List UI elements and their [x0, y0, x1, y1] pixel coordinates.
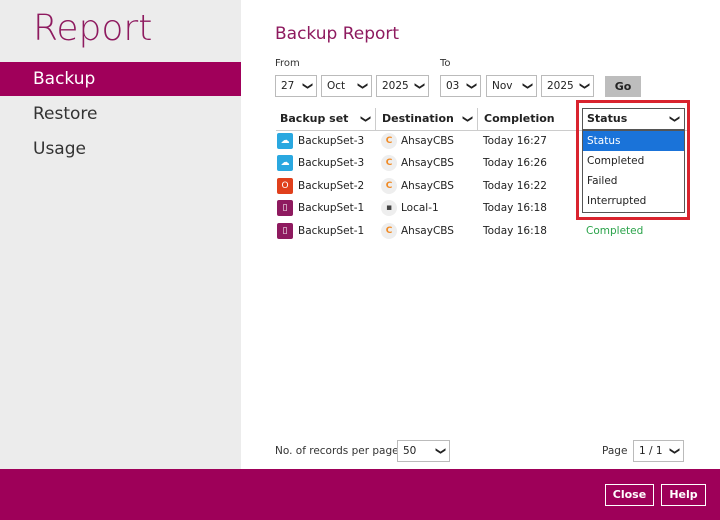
to-day-value: 03 — [446, 80, 460, 92]
backup-set-name: BackupSet-3 — [298, 157, 365, 169]
sidebar-item-backup[interactable]: Backup — [0, 62, 241, 96]
records-per-page-select[interactable]: 50 ❯ — [397, 440, 450, 462]
destination-name: AhsayCBS — [401, 157, 454, 169]
destination-name: AhsayCBS — [401, 180, 454, 192]
completion-time: Today 16:18 — [483, 202, 547, 214]
to-year-value: 2025 — [547, 80, 574, 92]
chevron-down-icon: ❯ — [668, 446, 680, 456]
sidebar-item-usage[interactable]: Usage — [0, 132, 241, 166]
table-row[interactable]: ▯ BackupSet-1 C AhsayCBS Today 16:18 Com… — [276, 220, 688, 242]
backup-set-name: BackupSet-2 — [298, 180, 365, 192]
file-icon: ▯ — [277, 223, 293, 239]
go-button[interactable]: Go — [605, 76, 641, 97]
chevron-down-icon: ❯ — [301, 81, 313, 91]
chevron-down-icon: ❯ — [461, 114, 473, 124]
to-month-value: Nov — [492, 80, 513, 92]
to-label: To — [440, 58, 451, 69]
highlight-box — [576, 100, 690, 220]
office365-icon: O — [277, 178, 293, 194]
close-button[interactable]: Close — [605, 484, 654, 506]
records-per-page-label: No. of records per page — [275, 445, 399, 457]
file-icon: ▯ — [277, 200, 293, 216]
completion-time: Today 16:22 — [483, 180, 547, 192]
destination-name: Local-1 — [401, 202, 439, 214]
page-label: Page — [602, 445, 628, 457]
chevron-down-icon: ❯ — [465, 81, 477, 91]
help-button[interactable]: Help — [661, 484, 706, 506]
ahsaycbs-icon: C — [381, 223, 397, 239]
column-label: Backup set — [280, 112, 349, 125]
from-month-select[interactable]: Oct ❯ — [321, 75, 372, 97]
column-header-completion[interactable]: Completion — [480, 108, 578, 130]
column-label: Destination — [382, 112, 454, 125]
from-year-select[interactable]: 2025 ❯ — [376, 75, 429, 97]
cloud-file-icon: ☁ — [277, 133, 293, 149]
page-value: 1 / 1 — [639, 445, 663, 457]
chevron-down-icon: ❯ — [413, 81, 425, 91]
local-drive-icon: ▪ — [381, 200, 397, 216]
destination-name: AhsayCBS — [401, 225, 454, 237]
chevron-down-icon: ❯ — [356, 81, 368, 91]
from-year-value: 2025 — [382, 80, 409, 92]
records-value: 50 — [403, 445, 417, 457]
app-title: Report — [33, 8, 153, 49]
sidebar-item-restore[interactable]: Restore — [0, 97, 241, 131]
chevron-down-icon: ❯ — [359, 114, 371, 124]
page-title: Backup Report — [275, 24, 400, 44]
cloud-file-icon: ☁ — [277, 155, 293, 171]
destination-name: AhsayCBS — [401, 135, 454, 147]
column-header-backup-set[interactable]: Backup set ❯ — [276, 108, 376, 130]
completion-time: Today 16:27 — [483, 135, 547, 147]
chevron-down-icon: ❯ — [434, 446, 446, 456]
ahsaycbs-icon: C — [381, 155, 397, 171]
from-month-value: Oct — [327, 80, 346, 92]
column-label: Completion — [484, 112, 555, 125]
from-day-value: 27 — [281, 80, 295, 92]
to-year-select[interactable]: 2025 ❯ — [541, 75, 594, 97]
ahsaycbs-icon: C — [381, 178, 397, 194]
backup-set-name: BackupSet-1 — [298, 202, 365, 214]
from-label: From — [275, 58, 300, 69]
status-text: Completed — [586, 225, 644, 237]
column-header-destination[interactable]: Destination ❯ — [378, 108, 478, 130]
to-month-select[interactable]: Nov ❯ — [486, 75, 537, 97]
completion-time: Today 16:26 — [483, 157, 547, 169]
chevron-down-icon: ❯ — [521, 81, 533, 91]
backup-set-name: BackupSet-1 — [298, 225, 365, 237]
to-day-select[interactable]: 03 ❯ — [440, 75, 481, 97]
backup-set-name: BackupSet-3 — [298, 135, 365, 147]
chevron-down-icon: ❯ — [578, 81, 590, 91]
completion-time: Today 16:18 — [483, 225, 547, 237]
from-day-select[interactable]: 27 ❯ — [275, 75, 317, 97]
page-select[interactable]: 1 / 1 ❯ — [633, 440, 684, 462]
ahsaycbs-icon: C — [381, 133, 397, 149]
sidebar: Report Backup Restore Usage — [0, 0, 241, 469]
